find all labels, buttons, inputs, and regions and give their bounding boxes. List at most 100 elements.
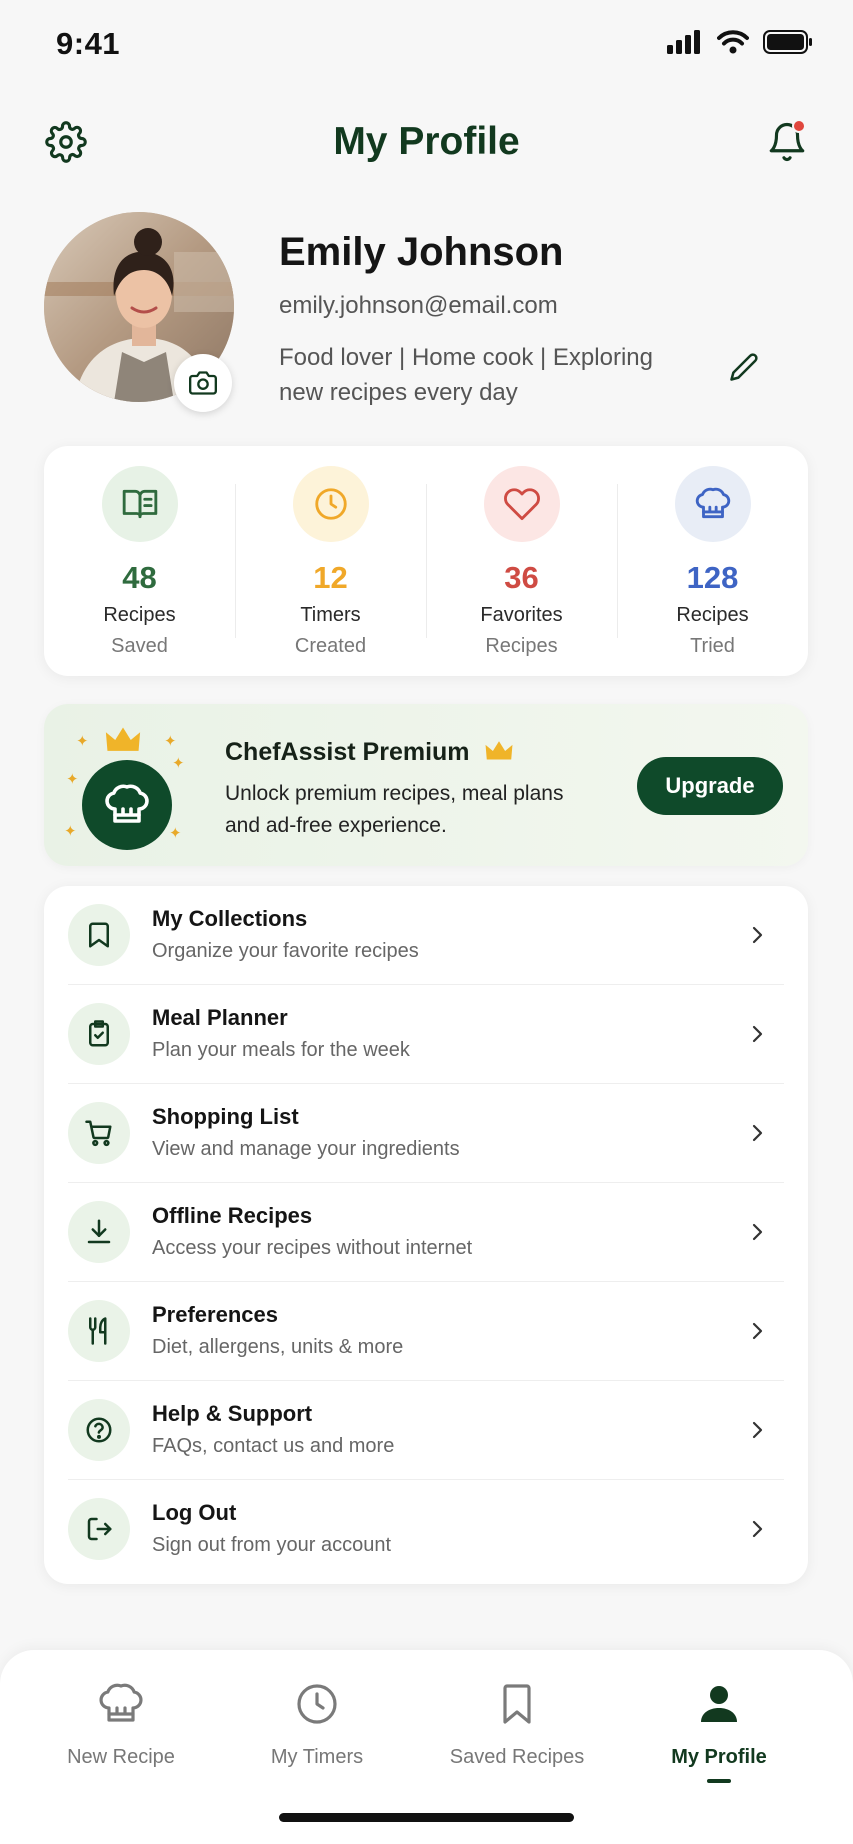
wifi-icon <box>717 30 749 54</box>
notification-dot <box>792 119 806 133</box>
premium-badge <box>82 760 172 850</box>
home-indicator <box>279 1813 574 1822</box>
stat-timers-created[interactable]: 12 Timers Created <box>235 446 426 676</box>
stat-recipes-saved[interactable]: 48 Recipes Saved <box>44 446 235 676</box>
stats-card: 48 Recipes Saved 12 Timers Created 36 Fa… <box>44 446 808 676</box>
menu-icon-circle <box>68 1399 130 1461</box>
nav-my-profile[interactable]: My Profile <box>619 1676 819 1783</box>
chef-hat-icon <box>695 487 730 519</box>
stat-label: Recipes <box>676 604 749 626</box>
clipboard-check-icon <box>89 1020 109 1047</box>
nav-new-recipe[interactable]: New Recipe <box>21 1676 221 1769</box>
menu-item-title: Shopping List <box>152 1104 299 1129</box>
stat-label: Favorites <box>480 604 563 626</box>
menu-item-subtitle: Plan your meals for the week <box>152 1039 410 1061</box>
upgrade-button[interactable]: Upgrade <box>637 757 783 815</box>
menu-icon-circle <box>68 904 130 966</box>
sparkle-icon: ✦ <box>66 771 79 788</box>
sparkle-icon: ✦ <box>76 733 89 750</box>
cart-icon <box>85 1120 112 1147</box>
header: My Profile <box>0 100 853 190</box>
chevron-right-icon <box>742 1118 772 1148</box>
menu-item-help-support[interactable]: Help & Support FAQs, contact us and more <box>44 1381 808 1480</box>
menu-item-title: Help & Support <box>152 1401 313 1426</box>
nav-label: Saved Recipes <box>449 1746 585 1768</box>
chef-hat-icon <box>105 784 149 823</box>
logout-icon <box>87 1517 112 1541</box>
signal-icon <box>667 30 700 54</box>
crown-icon <box>105 727 141 751</box>
menu-icon-circle <box>68 1201 130 1263</box>
stat-sublabel: Recipes <box>485 635 558 657</box>
menu-item-subtitle: Access your recipes without internet <box>152 1237 473 1259</box>
nav-my-timers[interactable]: My Timers <box>217 1676 417 1769</box>
nav-saved-recipes[interactable]: Saved Recipes <box>417 1676 617 1769</box>
status-time: 9:41 <box>56 26 121 61</box>
nav-icon <box>417 1676 617 1732</box>
stat-sublabel: Saved <box>111 635 168 657</box>
page-title: My Profile <box>333 120 520 163</box>
menu-item-subtitle: Diet, allergens, units & more <box>152 1336 404 1358</box>
stat-value: 128 <box>686 560 739 595</box>
premium-title: ChefAssist Premium <box>225 738 470 766</box>
stat-icon-circle <box>101 466 178 542</box>
camera-icon <box>189 371 217 395</box>
menu-item-subtitle: View and manage your ingredients <box>152 1138 460 1160</box>
utensils-icon <box>89 1317 107 1345</box>
menu-item-preferences[interactable]: Preferences Diet, allergens, units & mor… <box>44 1282 808 1381</box>
menu-item-offline-recipes[interactable]: Offline Recipes Access your recipes with… <box>44 1183 808 1282</box>
open-book-icon <box>122 489 157 519</box>
chevron-right-icon <box>742 1514 772 1544</box>
profile-name: Emily Johnson <box>279 230 564 274</box>
chef-hat-icon <box>99 1683 143 1722</box>
menu-item-my-collections[interactable]: My Collections Organize your favorite re… <box>44 886 808 985</box>
menu-item-subtitle: Sign out from your account <box>152 1534 392 1556</box>
stat-sublabel: Tried <box>690 635 735 657</box>
menu-icon-circle <box>68 1102 130 1164</box>
stat-label: Recipes <box>103 604 176 626</box>
menu-item-shopping-list[interactable]: Shopping List View and manage your ingre… <box>44 1084 808 1183</box>
chevron-right-icon <box>742 1217 772 1247</box>
menu-item-log-out[interactable]: Log Out Sign out from your account <box>44 1480 808 1579</box>
menu-item-title: Meal Planner <box>152 1005 288 1030</box>
sparkle-icon: ✦ <box>164 733 177 750</box>
nav-icon <box>619 1676 819 1732</box>
clock-icon <box>314 488 347 520</box>
edit-profile-button[interactable] <box>719 342 769 392</box>
menu-item-title: Log Out <box>152 1500 237 1525</box>
crown-icon <box>485 741 513 760</box>
profile-email: emily.johnson@email.com <box>279 292 558 319</box>
stat-icon-circle <box>674 466 751 542</box>
chevron-right-icon <box>742 1316 772 1346</box>
stat-value: 12 <box>313 560 348 595</box>
stat-icon-circle <box>483 466 560 542</box>
menu-item-subtitle: Organize your favorite recipes <box>152 940 419 962</box>
heart-icon <box>503 488 540 521</box>
notifications-button[interactable] <box>757 112 817 172</box>
stat-favorites[interactable]: 36 Favorites Recipes <box>426 446 617 676</box>
profile-bio: Food lover | Home cook | Exploring new r… <box>279 344 653 406</box>
menu-item-title: Preferences <box>152 1302 278 1327</box>
menu-item-subtitle: FAQs, contact us and more <box>152 1435 395 1457</box>
status-bar: 9:41 <box>0 0 853 90</box>
change-photo-button[interactable] <box>174 354 232 412</box>
sparkle-icon: ✦ <box>64 823 77 840</box>
menu-item-meal-planner[interactable]: Meal Planner Plan your meals for the wee… <box>44 985 808 1084</box>
pencil-icon <box>730 353 758 381</box>
premium-description: Unlock premium recipes, meal plans and a… <box>225 782 564 837</box>
menu-item-title: Offline Recipes <box>152 1203 313 1228</box>
premium-banner[interactable]: ✦ ✦ ✦ ✦ ✦ ✦ ChefAssist Premium Unlock pr… <box>44 704 808 866</box>
menu-icon-circle <box>68 1003 130 1065</box>
help-circle-icon <box>86 1417 112 1443</box>
stat-value: 36 <box>504 560 539 595</box>
nav-icon <box>217 1676 417 1732</box>
stat-recipes-tried[interactable]: 128 Recipes Tried <box>617 446 808 676</box>
menu-item-title: My Collections <box>152 906 308 931</box>
menu-icon-circle <box>68 1498 130 1560</box>
active-tab-indicator <box>707 1779 731 1783</box>
sparkle-icon: ✦ <box>169 825 182 842</box>
download-icon <box>87 1219 111 1244</box>
chevron-right-icon <box>742 1415 772 1445</box>
nav-label: My Profile <box>671 1746 767 1768</box>
menu-list: My Collections Organize your favorite re… <box>44 886 808 1584</box>
